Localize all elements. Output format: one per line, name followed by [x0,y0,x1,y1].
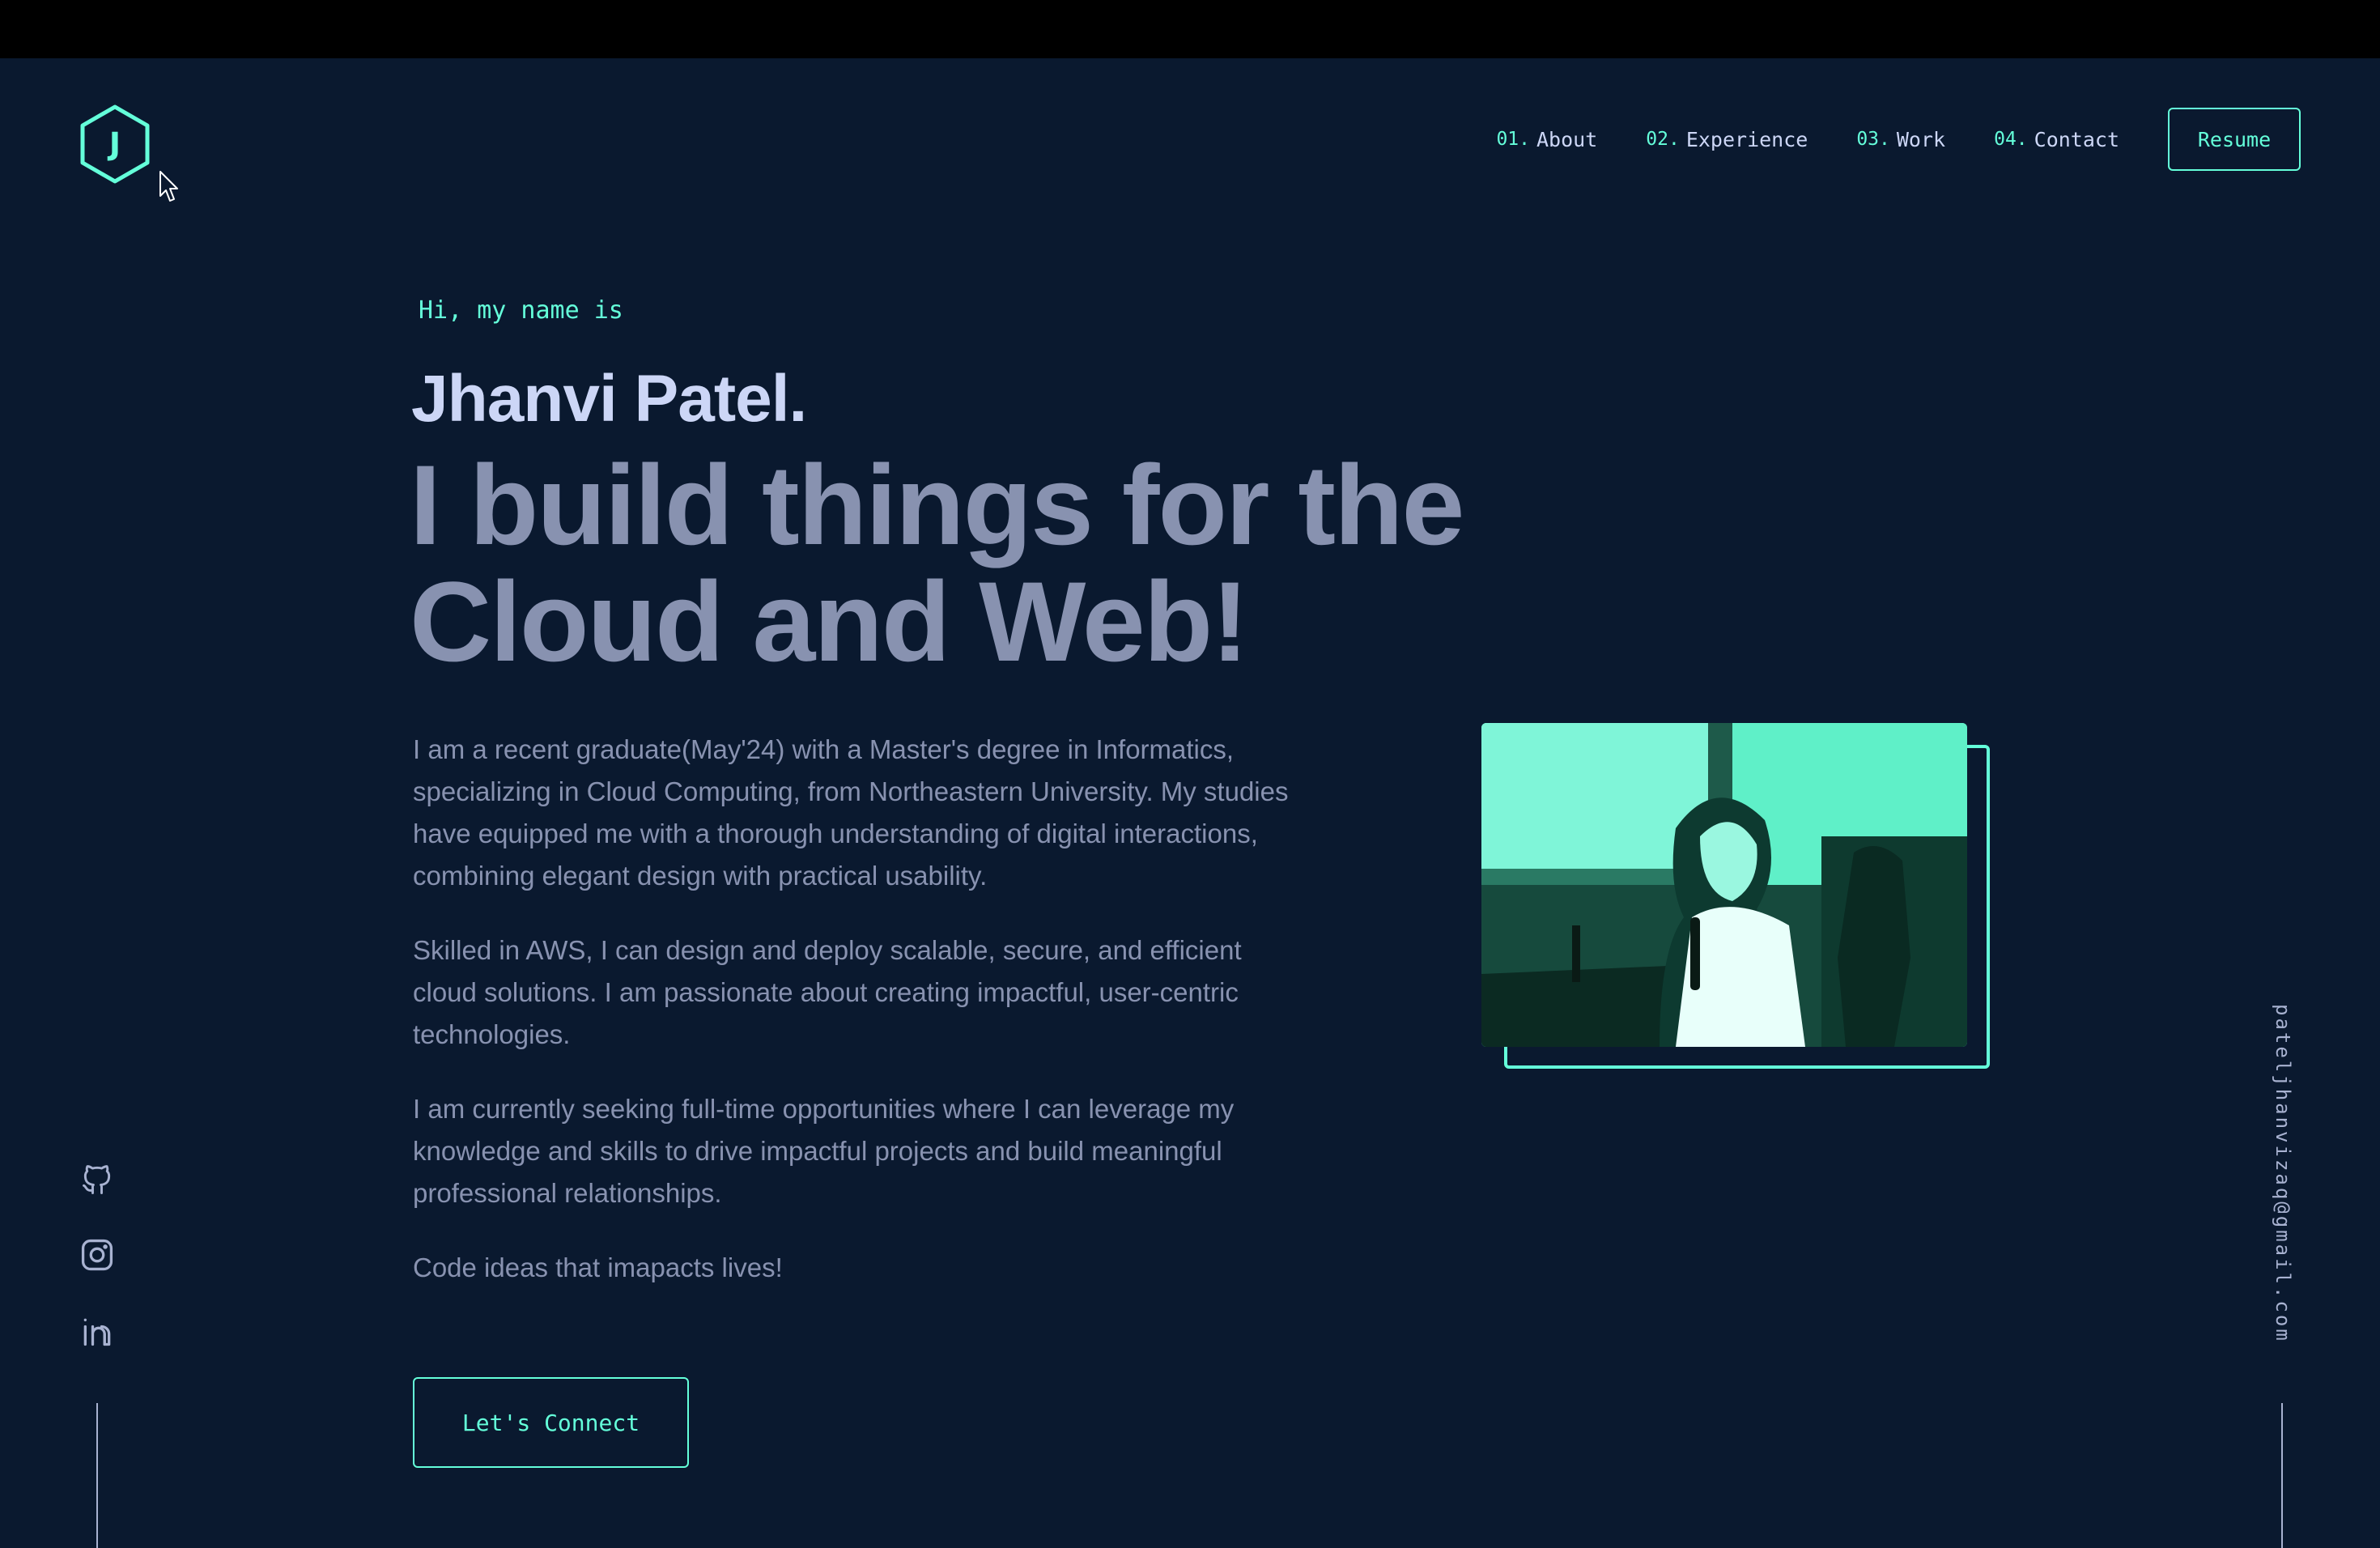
nav-number: 03. [1856,129,1890,150]
instagram-link[interactable] [79,1237,115,1273]
left-vertical-line [96,1403,98,1548]
nav-item-work[interactable]: 03. Work [1856,128,1945,151]
right-vertical-line [2281,1403,2283,1548]
nav-item-about[interactable]: 01. About [1496,128,1597,151]
portfolio-page: J 01. About 02. Experience 03. Work 04. … [0,0,2380,1548]
greeting: Hi, my name is [419,296,623,325]
bio-paragraph: Skilled in AWS, I can design and deploy … [413,935,1242,1049]
nav-label: Work [1896,127,1946,151]
nav-number: 04. [1994,129,2028,150]
speaker-photo-illustration [1481,723,1967,1047]
logo[interactable]: J [78,104,152,185]
resume-button[interactable]: Resume [2168,108,2301,171]
nav-item-contact[interactable]: 04. Contact [1994,128,2119,151]
browser-top-bar [0,0,2380,58]
tagline-heading: I build things for the Cloud and Web! [410,441,1464,685]
bio: I am a recent graduate(May'24) with a Ma… [413,729,1311,1321]
logo-letter: J [108,126,121,162]
nav-label: Contact [2034,127,2119,151]
instagram-icon [81,1239,113,1271]
top-nav: 01. About 02. Experience 03. Work 04. Co… [1496,108,2301,171]
email-link[interactable]: pateljhanvizaq@gmail.com [2250,1004,2315,1360]
nav-item-experience[interactable]: 02. Experience [1646,128,1808,151]
mouse-cursor-icon [159,171,178,202]
github-link[interactable] [79,1162,115,1197]
bio-paragraph: I am a recent graduate(May'24) with a Ma… [413,734,1289,891]
name-heading: Jhanvi Patel. [411,362,807,436]
bio-tagline: Code ideas that imapacts lives! [413,1252,783,1282]
linkedin-link[interactable] [79,1313,115,1349]
nav-label: About [1536,127,1598,151]
nav-label: Experience [1685,127,1808,151]
bio-paragraph: I am currently seeking full-time opportu… [413,1094,1235,1208]
linkedin-icon [83,1318,111,1346]
nav-number: 02. [1646,129,1680,150]
github-icon [83,1165,111,1194]
lets-connect-button[interactable]: Let's Connect [413,1377,689,1468]
nav-number: 01. [1496,129,1530,150]
profile-photo [1481,723,1967,1047]
